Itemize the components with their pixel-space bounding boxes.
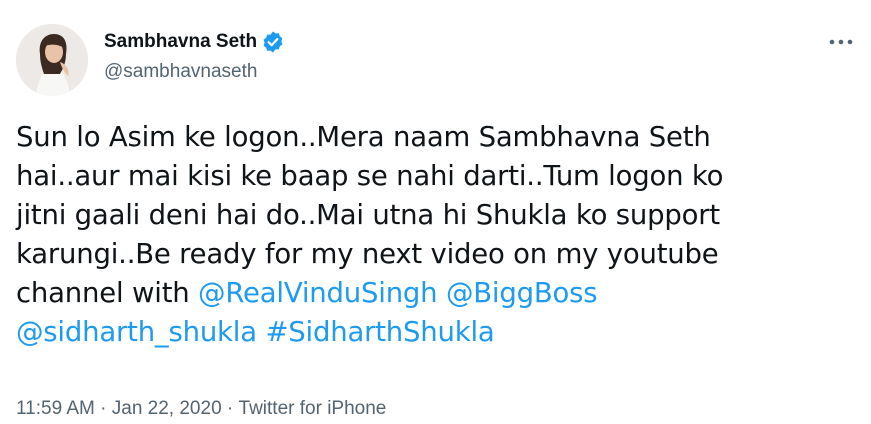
verified-badge-icon <box>261 30 285 54</box>
display-name[interactable]: Sambhavna Seth <box>104 30 257 54</box>
tweet-text-line: hai..aur mai kisi ke baap se nahi darti.… <box>16 160 724 192</box>
tweet-text-fragment: channel with <box>16 277 199 309</box>
hashtag-link[interactable]: #SidharthShukla <box>265 316 494 348</box>
mention-link[interactable]: @RealVinduSingh <box>198 277 438 309</box>
mention-link[interactable]: @BiggBoss <box>446 277 598 309</box>
avatar[interactable] <box>16 24 88 96</box>
mention-link[interactable]: @sidharth_shukla <box>16 316 257 348</box>
author-handle[interactable]: @sambhavnaseth <box>104 60 285 84</box>
tweet-time[interactable]: 11:59 AM <box>16 398 95 419</box>
tweet-text-line: jitni gaali deni hai do..Mai utna hi Shu… <box>16 199 720 231</box>
author-block: Sambhavna Seth @sambhavnaseth <box>104 30 285 84</box>
tweet-text-line: @sidharth_shukla #SidharthShukla <box>16 313 856 352</box>
tweet-date[interactable]: Jan 22, 2020 <box>112 398 222 419</box>
meta-separator: · <box>100 398 107 419</box>
tweet-text-line: channel with @RealVinduSingh @BiggBoss <box>16 274 856 313</box>
tweet-meta: 11:59 AM · Jan 22, 2020 · Twitter for iP… <box>16 397 386 421</box>
more-options-icon[interactable] <box>827 30 855 54</box>
tweet-text: Sun lo Asim ke logon..Mera naam Sambhavn… <box>16 118 856 352</box>
tweet-text-line: karungi..Be ready for my next video on m… <box>16 238 719 270</box>
meta-separator: · <box>226 398 234 419</box>
tweet-card: Sambhavna Seth @sambhavnaseth Sun lo Asi… <box>0 0 871 424</box>
tweet-source[interactable]: Twitter for iPhone <box>239 398 387 419</box>
name-row: Sambhavna Seth <box>104 30 285 54</box>
tweet-text-line: Sun lo Asim ke logon..Mera naam Sambhavn… <box>16 121 711 153</box>
